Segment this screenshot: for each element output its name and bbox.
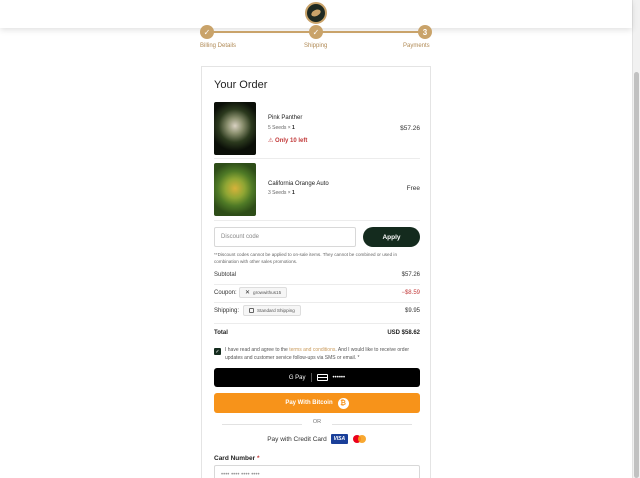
card-mask: •••••• xyxy=(332,374,346,381)
coupon-row: Coupon: ✕ growwithus15 −$8.59 xyxy=(214,287,420,302)
card-number-label: Card Number * xyxy=(214,455,260,462)
subtotal-row: Subtotal $57.26 xyxy=(214,272,420,284)
coupon-chip[interactable]: ✕ growwithus15 xyxy=(239,287,288,298)
product-name[interactable]: Pink Panther xyxy=(268,115,302,121)
shipping-label: Shipping: xyxy=(214,308,240,314)
or-divider: OR xyxy=(214,419,420,429)
apply-discount-button[interactable]: Apply xyxy=(363,227,420,247)
site-logo[interactable] xyxy=(305,2,327,24)
divider xyxy=(310,373,312,382)
step-payments-label: Payments xyxy=(403,43,430,49)
coupon-label: Coupon: xyxy=(214,290,237,296)
page-scrollbar[interactable] xyxy=(632,0,640,478)
discount-note: **Discount codes cannot be applied to on… xyxy=(214,252,398,264)
divider xyxy=(214,323,420,324)
divider xyxy=(214,284,420,285)
google-pay-label: G Pay xyxy=(288,374,306,381)
remove-coupon-icon[interactable]: ✕ xyxy=(245,289,250,296)
mastercard-icon xyxy=(352,434,367,444)
divider xyxy=(214,302,420,303)
product-quantity: 3 Seeds × 1 xyxy=(268,190,295,196)
order-title: Your Order xyxy=(214,79,268,91)
shipping-method-chip[interactable]: Standard Shipping xyxy=(243,305,301,316)
step-billing-label[interactable]: Billing Details xyxy=(200,43,236,49)
divider xyxy=(214,220,420,221)
bitcoin-icon: ₿ xyxy=(337,397,349,409)
subtotal-value: $57.26 xyxy=(401,272,420,278)
visa-icon: VISA xyxy=(330,434,348,444)
product-price: $57.26 xyxy=(400,125,420,132)
card-icon xyxy=(316,374,328,381)
step-payments-number: 3 xyxy=(418,25,432,39)
step-shipping-label[interactable]: Shipping xyxy=(304,43,327,49)
discount-code-input[interactable]: Discount code xyxy=(214,227,356,247)
credit-card-label: Pay with Credit Card xyxy=(267,435,327,443)
order-panel: Your Order Pink Panther 5 Seeds × 1 ⚠ On… xyxy=(201,66,431,478)
coupon-value: −$8.59 xyxy=(401,290,420,296)
quantity-prefix: 3 Seeds × xyxy=(268,190,293,196)
order-item: Pink Panther 5 Seeds × 1 ⚠ Only 10 left … xyxy=(214,102,420,158)
product-image[interactable] xyxy=(214,102,256,155)
product-price: Free xyxy=(406,185,420,192)
step-billing-check-icon[interactable]: ✓ xyxy=(200,25,214,39)
checkout-progress: ✓ ✓ 3 Billing Details Shipping Payments xyxy=(200,22,440,52)
divider xyxy=(214,158,420,159)
shipping-method: Standard Shipping xyxy=(257,308,295,313)
card-number-label-text: Card Number xyxy=(214,455,256,462)
step-shipping-check-icon[interactable]: ✓ xyxy=(309,25,323,39)
scrollbar-thumb[interactable] xyxy=(634,72,639,478)
quantity-value: 1 xyxy=(292,125,295,131)
terms-link[interactable]: terms and conditions xyxy=(289,347,335,353)
coupon-code: growwithus15 xyxy=(253,290,282,295)
required-mark: * xyxy=(257,455,260,462)
google-pay-button[interactable]: G Pay •••••• xyxy=(214,368,420,387)
shipping-row: Shipping: Standard Shipping $9.95 xyxy=(214,305,420,320)
total-label: Total xyxy=(214,330,228,336)
terms-text-before: I have read and agree to the xyxy=(225,347,290,353)
order-item: California Orange Auto 3 Seeds × 1 Free xyxy=(214,163,420,219)
stock-warning: ⚠ Only 10 left xyxy=(268,138,308,144)
bitcoin-label: Pay With Bitcoin xyxy=(285,400,333,406)
terms-agreement: ✓ I have read and agree to the terms and… xyxy=(214,347,420,365)
product-image[interactable] xyxy=(214,163,256,216)
edit-icon xyxy=(249,308,254,313)
card-number-input[interactable]: •••• •••• •••• •••• xyxy=(214,465,420,478)
terms-checkbox[interactable]: ✓ xyxy=(214,348,221,355)
credit-card-header: Pay with Credit Card VISA xyxy=(214,433,420,445)
quantity-prefix: 5 Seeds × xyxy=(268,125,293,131)
product-quantity: 5 Seeds × 1 xyxy=(268,125,295,131)
subtotal-label: Subtotal xyxy=(214,272,237,278)
total-value: USD $58.62 xyxy=(387,330,420,336)
bitcoin-pay-button[interactable]: Pay With Bitcoin ₿ xyxy=(214,393,420,413)
quantity-value: 1 xyxy=(292,190,295,196)
terms-text: I have read and agree to the terms and c… xyxy=(225,347,420,363)
leaf-icon xyxy=(310,8,322,18)
product-name[interactable]: California Orange Auto xyxy=(268,181,329,187)
total-row: Total USD $58.62 xyxy=(214,330,420,342)
shipping-value: $9.95 xyxy=(404,308,420,314)
